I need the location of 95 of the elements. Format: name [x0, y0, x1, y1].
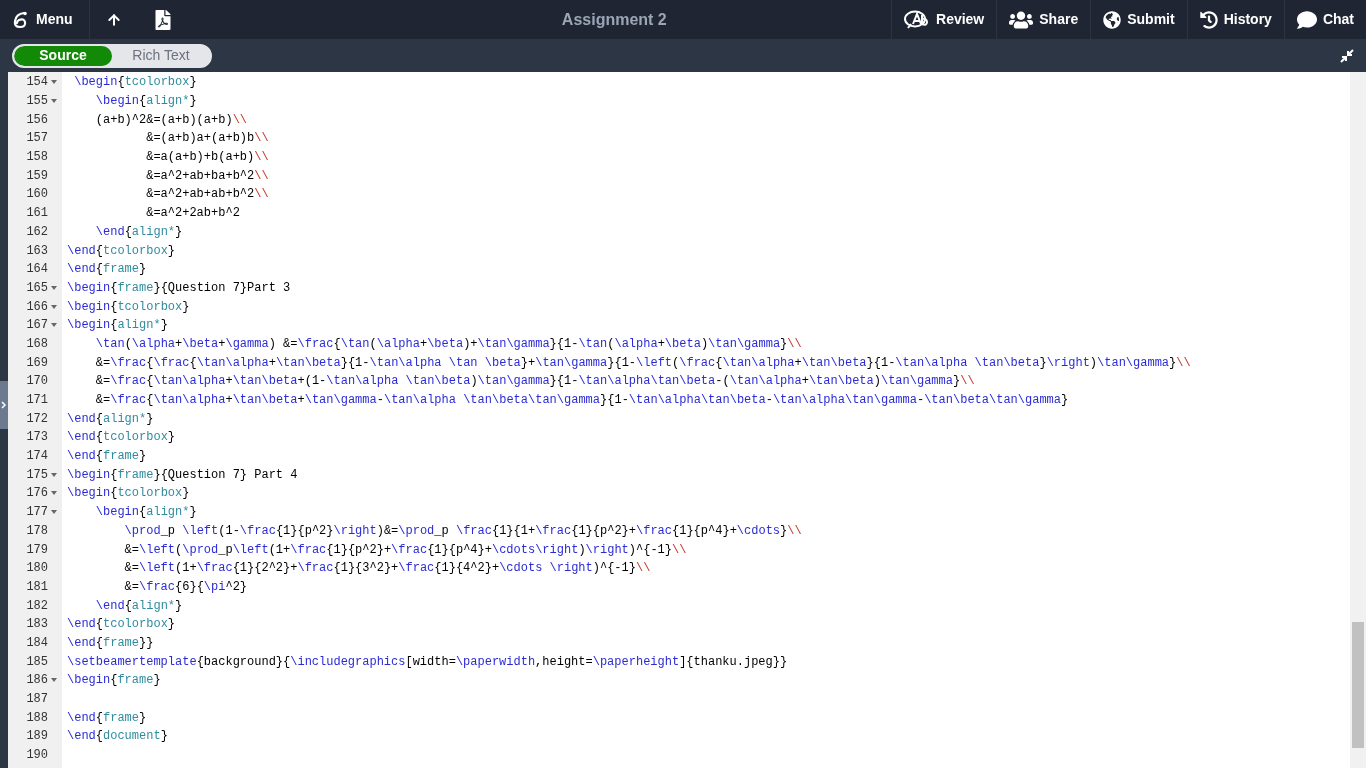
code-line: \end{frame}: [67, 709, 147, 727]
code-line: &=\frac{\tan\alpha+\tan\beta+\tan\gamma-\tan\alpha \tan\beta\tan\gamma}{1-\tan\alpha\tan\beta-\tan\alpha\tan\gamma-\tan\beta\tan\gamma}: [94, 392, 1069, 410]
chat-icon: [1296, 9, 1317, 30]
line-number: 175: [26, 466, 48, 484]
globe-icon: [1103, 10, 1122, 29]
code-line: (a+b)^2&=(a+b)(a+b)\\: [94, 111, 248, 129]
line-number: 188: [26, 709, 48, 727]
line-number: 185: [26, 653, 48, 671]
line-number: 173: [26, 429, 48, 447]
fold-caret-icon[interactable]: [51, 678, 57, 683]
line-number: 183: [26, 616, 48, 634]
code-line: &=a(a+b)+b(a+b)\\: [145, 149, 269, 167]
line-number: 166: [26, 298, 48, 316]
logo-icon: [12, 10, 28, 29]
line-number: 160: [26, 186, 48, 204]
code-line: &=(a+b)a+(a+b)b\\: [145, 130, 269, 148]
line-number: 174: [26, 448, 48, 466]
code-line: \end{tcolorbox}: [67, 242, 176, 260]
line-number: 168: [26, 335, 48, 353]
line-number: 190: [26, 747, 48, 765]
fold-caret-icon[interactable]: [51, 285, 57, 290]
line-number: 189: [26, 728, 48, 746]
line-number: 157: [26, 130, 48, 148]
line-number: 178: [26, 522, 48, 540]
fold-caret-icon[interactable]: [51, 99, 57, 104]
line-number: 156: [26, 111, 48, 129]
code-line: \end{tcolorbox}: [67, 616, 176, 634]
line-number: 180: [26, 560, 48, 578]
code-line: \end{frame}: [67, 448, 147, 466]
code-line: &=a^2+2ab+b^2: [145, 205, 240, 223]
fold-caret-icon[interactable]: [51, 472, 57, 477]
code-line: \begin{tcolorbox}: [67, 298, 190, 316]
history-icon: [1199, 10, 1218, 29]
fold-caret-icon[interactable]: [51, 304, 57, 309]
scrollbar-thumb[interactable]: [1352, 622, 1364, 748]
line-number: 159: [26, 167, 48, 185]
line-number: 167: [26, 317, 48, 335]
document-title: Assignment 2: [561, 9, 667, 30]
code-line: \begin{tcolorbox}: [67, 485, 190, 503]
line-number: 176: [26, 485, 48, 503]
line-number: 164: [26, 261, 48, 279]
code-line: \begin{frame}{Question 7}Part 3: [67, 279, 291, 297]
line-number: 187: [26, 691, 48, 709]
line-number: 162: [26, 223, 48, 241]
line-number: 181: [26, 578, 48, 596]
fold-caret-icon[interactable]: [51, 510, 57, 515]
code-line: \end{document}: [67, 728, 168, 746]
line-number: 163: [26, 242, 48, 260]
line-number: 186: [26, 672, 48, 690]
line-number: 184: [26, 634, 48, 652]
line-number: 172: [26, 410, 48, 428]
pdf-icon: [153, 9, 172, 30]
code-line: &=a^2+ab+ba+b^2\\: [145, 167, 269, 185]
code-line: &=\frac{6}{\pi^2}: [123, 578, 248, 596]
code-line: \end{align*}: [94, 223, 183, 241]
chevron-right-icon: [1, 401, 7, 409]
line-number: 158: [26, 149, 48, 167]
line-number: 179: [26, 541, 48, 559]
code-line: \tan(\alpha+\beta+\gamma) &=\frac{\tan(\alpha+\beta)+\tan\gamma}{1-\tan(\alpha+\beta)\tan\gamma}\\: [94, 335, 802, 353]
code-line: &=a^2+ab+ab+b^2\\: [145, 186, 269, 204]
code-line: \begin{align*}: [94, 93, 197, 111]
expand-sidebar-button[interactable]: [0, 381, 8, 429]
code-line: \begin{frame}{Question 7} Part 4: [67, 466, 298, 484]
code-line: \setbeamertemplate{background}{\includegraphics[width=\paperwidth,height=\paperheight]{thanku.jpeg}}: [67, 653, 788, 671]
line-number: 182: [26, 597, 48, 615]
line-number: 169: [26, 354, 48, 372]
fold-caret-icon[interactable]: [51, 80, 57, 85]
mode-tab[interactable]: Source: [14, 45, 112, 66]
line-number: 171: [26, 392, 48, 410]
code-line: &=\left(1+\frac{1}{2^2}+\frac{1}{3^2}+\frac{1}{4^2}+\cdots \right)^{-1}\\: [123, 560, 651, 578]
fold-caret-icon[interactable]: [51, 323, 57, 328]
fold-caret-icon[interactable]: [51, 491, 57, 496]
line-number: 154: [26, 74, 48, 92]
code-line: \end{frame}}: [67, 634, 154, 652]
line-number: 170: [26, 373, 48, 391]
review-icon: [904, 9, 930, 30]
code-line: \end{align*}: [94, 597, 183, 615]
code-line: &=\frac{\tan\alpha+\tan\beta+(1-\tan\alpha \tan\beta)\tan\gamma}{1-\tan\alpha\tan\beta-(\tan\alpha+\tan\beta)\tan\gamma}\\: [94, 373, 975, 391]
code-line: \begin{tcolorbox}: [73, 74, 197, 92]
code-line: \prod_p \left(1-\frac{1}{p^2}\right)&=\prod_p \frac{1}{1+\frac{1}{p^2}+\frac{1}{p^4}+\cdots}\\: [123, 522, 802, 540]
line-number: 165: [26, 279, 48, 297]
mode-tab[interactable]: Rich Text: [112, 45, 210, 66]
code-line: \begin{frame}: [67, 672, 161, 690]
line-number: 161: [26, 205, 48, 223]
line-number: 155: [26, 93, 48, 111]
code-line: &=\left(\prod_p\left(1+\frac{1}{p^2}+\frac{1}{p^4}+\cdots\right)\right)^{-1}\\: [123, 541, 687, 559]
code-line: \begin{align*}: [94, 504, 197, 522]
code-line: &=\frac{\frac{\tan\alpha+\tan\beta}{1-\tan\alpha \tan \beta}+\tan\gamma}{1-\left(\frac{\tan\alpha+\tan\beta}{1-\tan\alpha \tan\beta}\right)\tan\gamma}\\: [94, 354, 1191, 372]
code-line: \end{tcolorbox}: [67, 429, 176, 447]
code-line: \end{frame}: [67, 261, 147, 279]
code-line: \begin{align*}: [67, 317, 168, 335]
line-number: 177: [26, 504, 48, 522]
code-line: \end{align*}: [67, 410, 154, 428]
users-icon: [1009, 9, 1034, 30]
collapse-icon[interactable]: [1340, 48, 1354, 63]
